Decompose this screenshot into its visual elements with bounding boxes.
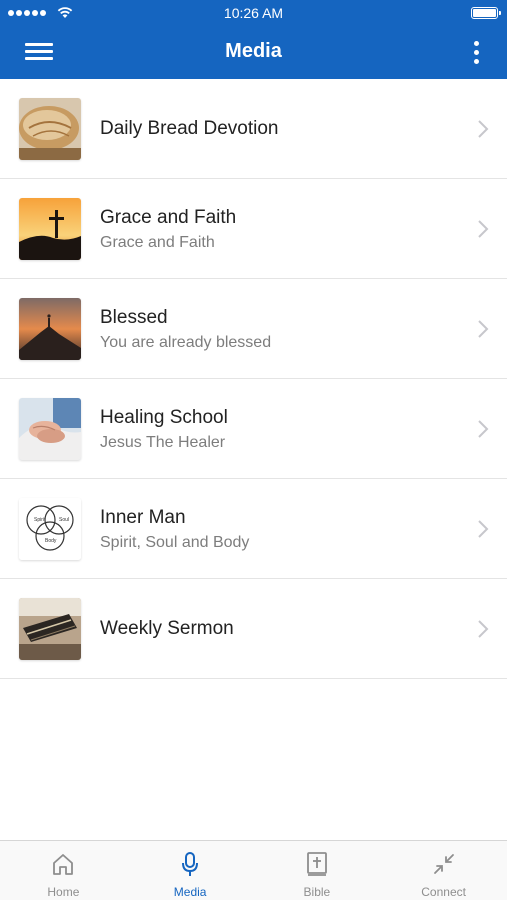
- top-bar: 10:26 AM Media: [0, 0, 507, 79]
- tab-label: Connect: [421, 885, 466, 899]
- status-time: 10:26 AM: [223, 5, 284, 21]
- chevron-right-icon: [478, 120, 489, 138]
- item-title: Weekly Sermon: [100, 618, 234, 639]
- venn-diagram-thumbnail: Spirit Soul Body: [19, 498, 81, 560]
- app-header: Media: [0, 26, 507, 79]
- tab-label: Media: [173, 885, 207, 899]
- home-icon: [53, 854, 74, 875]
- chevron-right-icon: [478, 220, 489, 238]
- bible-thumbnail: [19, 598, 81, 660]
- list-item-grace-and-faith[interactable]: Grace and Faith Grace and Faith: [0, 179, 507, 279]
- venn-label-soul: Soul: [59, 517, 69, 523]
- connect-icon: [433, 854, 454, 874]
- chevron-right-icon: [478, 520, 489, 538]
- venn-label-spirit: Spirit: [34, 517, 46, 523]
- list-item-healing-school[interactable]: Healing School Jesus The Healer: [0, 379, 507, 479]
- item-subtitle: Spirit, Soul and Body: [100, 534, 250, 551]
- list-item-daily-bread-devotion[interactable]: Daily Bread Devotion: [0, 79, 507, 179]
- tab-bar: Home Media Bible Connect: [0, 840, 507, 900]
- page-title: Media: [225, 40, 282, 62]
- battery-icon: [471, 7, 501, 19]
- list-item-weekly-sermon[interactable]: Weekly Sermon: [0, 579, 507, 679]
- item-title: Blessed: [100, 307, 168, 328]
- tab-label: Home: [47, 885, 80, 899]
- item-subtitle: Jesus The Healer: [100, 434, 226, 451]
- more-vertical-icon: [474, 41, 479, 46]
- tab-home[interactable]: Home: [0, 841, 127, 900]
- mountain-sunrise-thumbnail: [19, 298, 81, 360]
- chevron-right-icon: [478, 420, 489, 438]
- bread-thumbnail: [19, 98, 81, 160]
- cross-sunset-thumbnail: [19, 198, 81, 260]
- list-item-blessed[interactable]: Blessed You are already blessed: [0, 279, 507, 379]
- chevron-right-icon: [478, 320, 489, 338]
- holding-hands-thumbnail: [19, 398, 81, 460]
- more-options-button[interactable]: [471, 39, 481, 67]
- item-title: Grace and Faith: [100, 207, 237, 228]
- item-subtitle: You are already blessed: [100, 334, 272, 351]
- tab-connect[interactable]: Connect: [380, 841, 507, 900]
- item-title: Healing School: [100, 407, 228, 428]
- list-item-inner-man[interactable]: Spirit Soul Body Inner Man Spirit, Soul …: [0, 479, 507, 579]
- status-bar: 10:26 AM: [0, 0, 507, 26]
- media-list: Daily Bread Devotion Grace and Faith Gra…: [0, 79, 507, 679]
- tab-media[interactable]: Media: [127, 841, 254, 900]
- item-subtitle: Grace and Faith: [100, 234, 215, 251]
- tab-label: Bible: [303, 885, 331, 899]
- venn-label-body: Body: [45, 538, 57, 544]
- microphone-icon: [182, 852, 199, 876]
- item-title: Inner Man: [100, 507, 186, 528]
- bible-icon: [306, 852, 327, 876]
- tab-bible[interactable]: Bible: [254, 841, 381, 900]
- item-title: Daily Bread Devotion: [100, 118, 279, 139]
- chevron-right-icon: [478, 620, 489, 638]
